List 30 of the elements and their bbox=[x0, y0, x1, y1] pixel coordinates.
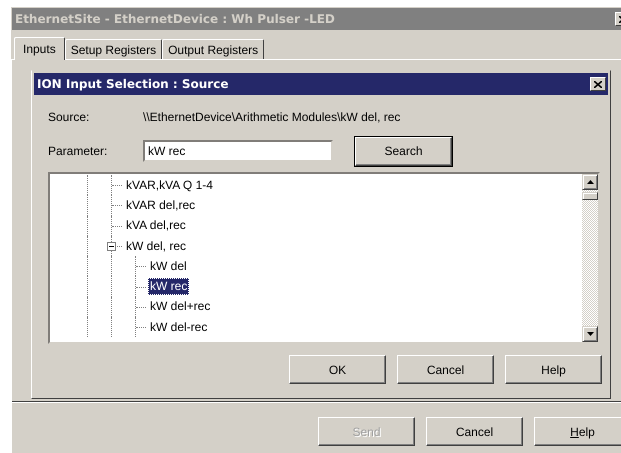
collapse-icon[interactable] bbox=[107, 242, 116, 252]
footer-button[interactable]: Cancel bbox=[426, 417, 523, 446]
tree-item[interactable]: kVAR,kVA Q 1-4 bbox=[124, 176, 215, 194]
tab[interactable]: Setup Registers bbox=[64, 39, 162, 59]
footer-button[interactable]: Help bbox=[534, 417, 621, 446]
parameter-field[interactable]: kW rec bbox=[143, 140, 333, 162]
close-icon bbox=[594, 80, 602, 88]
tree-item[interactable]: kW del, rec bbox=[124, 238, 188, 255]
dialog-button[interactable]: OK bbox=[289, 355, 386, 384]
source-label: Source: bbox=[48, 110, 90, 124]
parameter-label: Parameter: bbox=[48, 144, 108, 158]
tree-item[interactable]: kVAR del,rec bbox=[124, 196, 198, 214]
tree-item[interactable]: kVA del,rec bbox=[124, 217, 188, 234]
tab[interactable]: Output Registers bbox=[162, 39, 264, 59]
tree-item[interactable]: kW del-rec bbox=[148, 318, 210, 336]
window-title: EthernetSite - EthernetDevice : Wh Pulser -LED bbox=[15, 12, 335, 26]
search-button[interactable]: Search bbox=[355, 136, 452, 166]
dialog-button[interactable]: Cancel bbox=[397, 355, 494, 384]
tree-item[interactable]: kW rec bbox=[148, 278, 190, 296]
scroll-down-icon[interactable] bbox=[582, 326, 598, 342]
scrollbar[interactable] bbox=[582, 174, 598, 342]
scroll-up-icon[interactable] bbox=[582, 174, 598, 190]
tree-item[interactable]: kW del bbox=[148, 258, 189, 275]
dialog-button[interactable]: Help bbox=[505, 355, 602, 384]
close-button[interactable] bbox=[590, 77, 606, 91]
tab[interactable]: Inputs bbox=[14, 37, 65, 60]
scroll-thumb[interactable] bbox=[582, 192, 598, 200]
tree-item[interactable]: kW del+rec bbox=[148, 298, 212, 316]
dialog-title: ION Input Selection : Source bbox=[37, 77, 228, 91]
source-path: \\EthernetDevice\Arithmetic Modules\kW del, rec bbox=[143, 110, 400, 124]
